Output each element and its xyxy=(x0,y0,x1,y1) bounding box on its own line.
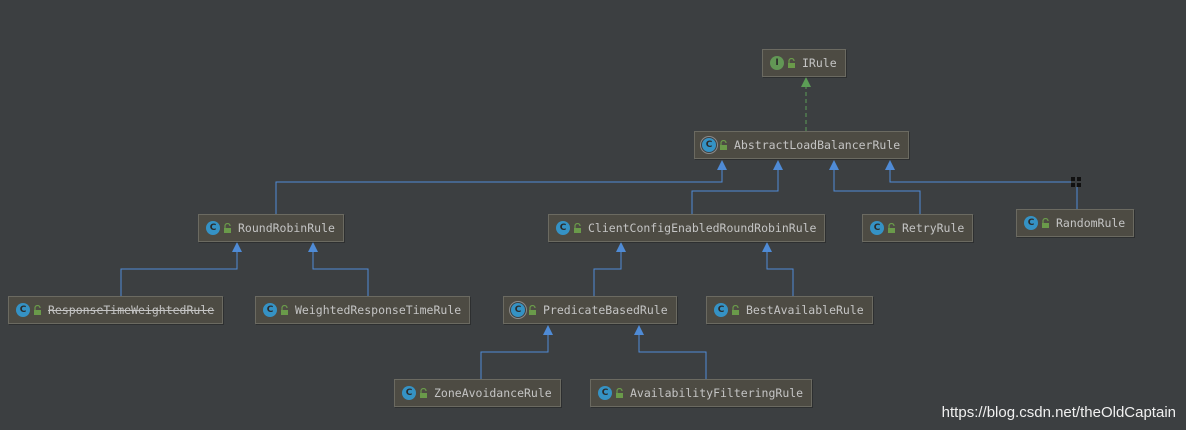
lock-icon xyxy=(528,305,537,315)
bend-handle-icon-gap-v xyxy=(1075,177,1077,187)
class-icon: C xyxy=(402,386,416,400)
lock-icon xyxy=(615,388,624,398)
lock-icon xyxy=(887,223,896,233)
node-client-config-enabled-round-robin-rule[interactable]: C ClientConfigEnabledRoundRobinRule xyxy=(548,214,826,242)
class-icon: C xyxy=(263,303,277,317)
class-icon: C xyxy=(870,221,884,235)
node-predicate-based-rule[interactable]: C PredicateBasedRule xyxy=(503,296,677,324)
edge-responsetimeweighted-extends-roundrobin xyxy=(120,242,242,296)
edge-bestavailable-extends-clientconfig xyxy=(762,242,794,296)
node-response-time-weighted-rule[interactable]: C ResponseTimeWeightedRule xyxy=(8,296,224,324)
class-icon: C xyxy=(16,303,30,317)
node-best-available-rule[interactable]: C BestAvailableRule xyxy=(706,296,873,324)
lock-icon xyxy=(787,58,796,68)
node-availability-filtering-rule[interactable]: C AvailabilityFilteringRule xyxy=(590,379,813,407)
lock-icon xyxy=(280,305,289,315)
interface-icon: I xyxy=(770,56,784,70)
edge-roundrobin-extends-abstract xyxy=(275,160,727,214)
class-icon: C xyxy=(556,221,570,235)
edge-predicatebased-extends-clientconfig xyxy=(593,242,626,296)
node-label: ClientConfigEnabledRoundRobinRule xyxy=(588,221,817,235)
node-round-robin-rule[interactable]: C RoundRobinRule xyxy=(198,214,344,242)
edge-availabilityfiltering-extends-predicatebased xyxy=(634,325,707,379)
node-label: AbstractLoadBalancerRule xyxy=(734,138,901,152)
node-label: IRule xyxy=(802,56,837,70)
lock-icon xyxy=(719,140,728,150)
edge-clientconfig-extends-abstract xyxy=(691,160,783,214)
class-icon: C xyxy=(206,221,220,235)
node-label: RoundRobinRule xyxy=(238,221,335,235)
node-irule[interactable]: I IRule xyxy=(762,49,846,77)
lock-icon xyxy=(1041,218,1050,228)
node-weighted-response-time-rule[interactable]: C WeightedResponseTimeRule xyxy=(255,296,471,324)
edge-retry-extends-abstract xyxy=(829,160,921,214)
node-label: ResponseTimeWeightedRule xyxy=(48,303,215,317)
abstract-class-icon: C xyxy=(511,303,525,317)
node-abstract-load-balancer-rule[interactable]: C AbstractLoadBalancerRule xyxy=(694,131,910,159)
class-icon: C xyxy=(714,303,728,317)
node-label: AvailabilityFilteringRule xyxy=(630,386,804,400)
edge-zoneavoidance-extends-predicatebased xyxy=(480,325,553,379)
node-label: ZoneAvoidanceRule xyxy=(434,386,552,400)
node-zone-avoidance-rule[interactable]: C ZoneAvoidanceRule xyxy=(394,379,561,407)
node-label: RetryRule xyxy=(902,221,965,235)
node-random-rule[interactable]: C RandomRule xyxy=(1016,209,1135,237)
class-icon: C xyxy=(1024,216,1038,230)
node-label: WeightedResponseTimeRule xyxy=(295,303,462,317)
class-icon: C xyxy=(598,386,612,400)
node-retry-rule[interactable]: C RetryRule xyxy=(862,214,974,242)
node-label: RandomRule xyxy=(1056,216,1126,230)
node-label: BestAvailableRule xyxy=(746,303,864,317)
edge-weightedresponsetime-extends-roundrobin xyxy=(308,242,369,296)
lock-icon xyxy=(33,305,42,315)
lock-icon xyxy=(419,388,428,398)
edge-random-extends-abstract xyxy=(885,160,1078,209)
lock-icon xyxy=(223,223,232,233)
watermark: https://blog.csdn.net/theOldCaptain xyxy=(941,404,1176,421)
abstract-class-icon: C xyxy=(702,138,716,152)
lock-icon xyxy=(573,223,582,233)
lock-icon xyxy=(731,305,740,315)
node-label: PredicateBasedRule xyxy=(543,303,668,317)
